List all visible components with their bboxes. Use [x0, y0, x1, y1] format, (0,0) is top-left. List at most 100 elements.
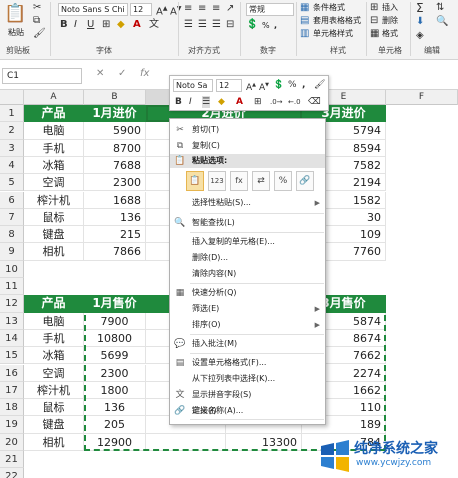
table-header-cell[interactable]: 产品: [24, 295, 84, 313]
table-format-button[interactable]: 套用表格格式: [313, 14, 361, 28]
mini-border-icon[interactable]: ⊞: [254, 96, 262, 108]
cond-format-button[interactable]: 条件格式: [313, 1, 345, 15]
cancel-icon[interactable]: ✕: [96, 68, 104, 79]
align-top-icon[interactable]: ≡: [184, 3, 192, 15]
table-header-cell[interactable]: 1月售价: [84, 295, 146, 313]
menu-item-pick-list[interactable]: 从下拉列表中选择(K)...: [170, 371, 325, 387]
table-cell[interactable]: 榨汁机: [24, 191, 84, 209]
align-middle-icon[interactable]: ≡: [198, 3, 206, 15]
table-cell[interactable]: 键盘: [24, 416, 84, 434]
row-header[interactable]: 6: [0, 191, 24, 209]
mini-font-size-box[interactable]: 12: [216, 79, 242, 92]
mini-shrink-font-icon[interactable]: A▼: [259, 79, 269, 94]
table-cell[interactable]: 12900: [84, 433, 146, 451]
table-cell[interactable]: 7866: [84, 243, 146, 261]
row-header[interactable]: 7: [0, 208, 24, 227]
delete-cells-button[interactable]: 删除: [382, 14, 398, 28]
row-header[interactable]: 10: [0, 260, 24, 278]
row-header[interactable]: 13: [0, 312, 24, 330]
table-cell[interactable]: 136: [84, 208, 146, 227]
fill-icon[interactable]: ⬇: [416, 16, 424, 28]
row-header[interactable]: 12: [0, 295, 24, 313]
row-header[interactable]: 11: [0, 278, 24, 296]
border-icon[interactable]: ⊞: [102, 19, 110, 31]
table-cell[interactable]: 冰箱: [24, 347, 84, 365]
mini-grow-font-icon[interactable]: A▲: [246, 79, 256, 94]
table-format-icon[interactable]: ▤: [300, 15, 309, 27]
underline-icon[interactable]: U: [87, 19, 94, 31]
sort-filter-icon[interactable]: ⇅: [436, 2, 444, 14]
paste-default-icon[interactable]: 📋: [186, 171, 204, 191]
menu-item-delete[interactable]: 删除(D)...: [170, 250, 325, 266]
mini-font-name-box[interactable]: Noto Sa: [173, 79, 213, 92]
mini-bold-icon[interactable]: B: [175, 96, 182, 108]
mini-format-painter-icon[interactable]: 🖌: [314, 79, 325, 91]
menu-item-sort[interactable]: 排序(O) ▶: [170, 317, 325, 333]
paste-formulas-icon[interactable]: fx: [230, 171, 248, 191]
table-cell[interactable]: 空调: [24, 364, 84, 382]
align-right-icon[interactable]: ☰: [212, 19, 221, 31]
select-all-corner[interactable]: [0, 90, 24, 105]
paste-icon[interactable]: 📋: [4, 4, 26, 24]
row-header[interactable]: 19: [0, 416, 24, 434]
shrink-font-icon[interactable]: A▼: [170, 3, 181, 18]
table-cell[interactable]: [146, 433, 226, 451]
table-cell[interactable]: 鼠标: [24, 399, 84, 417]
menu-item-quick-analysis[interactable]: ▦ 快速分析(Q): [170, 285, 325, 301]
align-left-icon[interactable]: ☰: [184, 19, 193, 31]
table-cell[interactable]: 电脑: [24, 122, 84, 140]
font-size-box[interactable]: 12: [130, 3, 152, 16]
menu-item-clear[interactable]: 清除内容(N): [170, 266, 325, 282]
number-format-box[interactable]: 常规: [246, 3, 294, 16]
paste-values-icon[interactable]: 123: [208, 171, 226, 191]
format-cells-button[interactable]: 格式: [382, 27, 398, 41]
table-cell[interactable]: 5900: [84, 122, 146, 140]
mini-decrease-decimal-icon[interactable]: ←.0: [288, 96, 301, 108]
row-header[interactable]: 9: [0, 243, 24, 261]
paste-transpose-icon[interactable]: ⇄: [252, 171, 270, 191]
mini-italic-icon[interactable]: I: [189, 96, 192, 108]
function-icon[interactable]: fx: [140, 68, 149, 79]
table-cell[interactable]: 冰箱: [24, 156, 84, 175]
mini-percent-icon[interactable]: %: [288, 79, 297, 91]
phonetic-icon[interactable]: 文: [149, 19, 159, 31]
paste-formatting-icon[interactable]: %: [274, 171, 292, 191]
align-center-icon[interactable]: ☰: [198, 19, 207, 31]
cut-icon[interactable]: ✂: [33, 2, 41, 14]
table-cell[interactable]: 13300: [226, 433, 302, 451]
row-header[interactable]: 22: [0, 468, 24, 478]
table-cell[interactable]: 205: [84, 416, 146, 434]
insert-cells-button[interactable]: 插入: [382, 1, 398, 15]
table-cell[interactable]: 空调: [24, 174, 84, 192]
paste-button[interactable]: 粘贴: [8, 26, 24, 40]
row-header[interactable]: 21: [0, 451, 24, 469]
font-color-icon[interactable]: A: [133, 19, 141, 31]
table-cell[interactable]: 2300: [84, 364, 146, 382]
menu-item-phonetic[interactable]: 文 显示拼音字段(S): [170, 387, 325, 403]
delete-cells-icon[interactable]: ⊟: [370, 15, 378, 27]
table-cell[interactable]: 2300: [84, 174, 146, 192]
column-header[interactable]: A: [24, 90, 84, 105]
table-header-cell[interactable]: 产品: [24, 105, 84, 123]
table-cell[interactable]: 7900: [84, 312, 146, 330]
menu-item-smart-lookup[interactable]: 🔍 智能查找(L): [170, 215, 325, 231]
copy-icon[interactable]: ⧉: [33, 15, 40, 27]
mini-fill-color-icon[interactable]: ◆: [218, 96, 225, 108]
table-cell[interactable]: 鼠标: [24, 208, 84, 227]
table-cell[interactable]: 1800: [84, 381, 146, 400]
row-header[interactable]: 18: [0, 399, 24, 417]
fill-color-icon[interactable]: ◆: [117, 19, 125, 31]
row-header[interactable]: 2: [0, 122, 24, 140]
cell-style-button[interactable]: 单元格样式: [313, 27, 353, 41]
percent-button[interactable]: %: [262, 19, 270, 33]
mini-eraser-icon[interactable]: ⌫: [308, 96, 321, 108]
row-header[interactable]: 15: [0, 347, 24, 365]
mini-increase-decimal-icon[interactable]: .0→: [270, 96, 283, 108]
insert-cells-icon[interactable]: ⊞: [370, 2, 378, 14]
table-cell[interactable]: 8700: [84, 139, 146, 157]
table-cell[interactable]: 5699: [84, 347, 146, 365]
table-cell[interactable]: 1688: [84, 191, 146, 209]
table-cell[interactable]: 136: [84, 399, 146, 417]
paste-link-icon[interactable]: 🔗: [296, 171, 314, 191]
row-header[interactable]: 1: [0, 105, 24, 123]
